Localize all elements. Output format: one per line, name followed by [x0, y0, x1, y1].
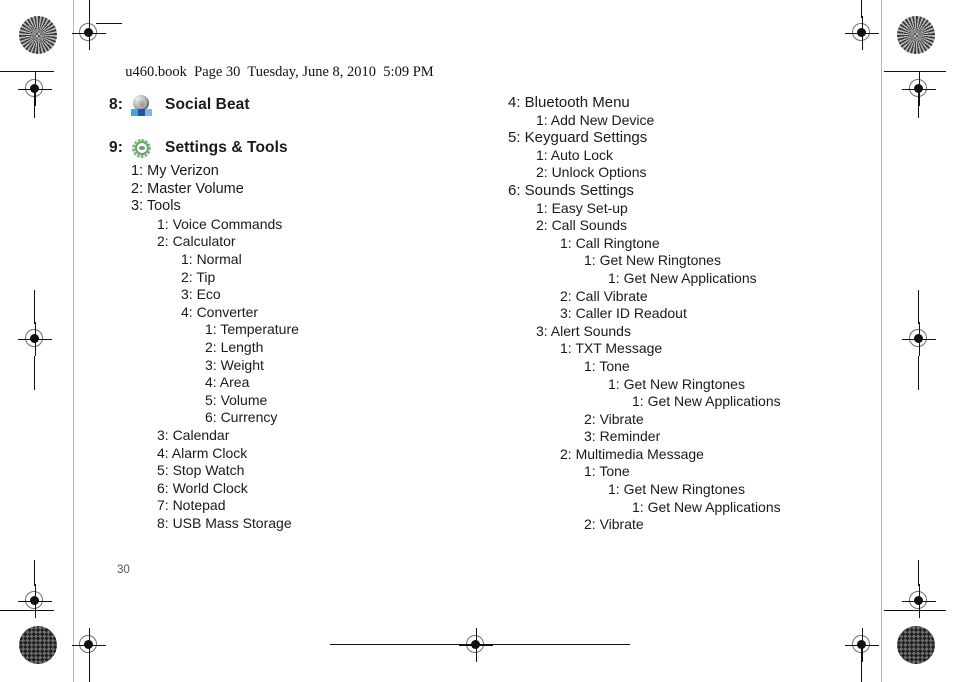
crop-tick-left-lower-h	[0, 610, 54, 611]
section-label: Social Beat	[165, 96, 250, 113]
registration-mark-top-left	[72, 16, 106, 50]
section-settings-and-tools: 9: Settings & Tools	[109, 137, 479, 159]
list-item: 1: Get New Applications	[632, 498, 781, 515]
list-item: 1: Get New Ringtones	[608, 481, 745, 498]
section-number: 8:	[109, 96, 123, 113]
left-trim-rule	[73, 0, 74, 682]
list-item: 2: Calculator	[157, 233, 236, 250]
list-item: 3: Eco	[181, 286, 221, 303]
list-item: 1: Get New Applications	[632, 393, 781, 410]
list-item: 5: Volume	[205, 391, 268, 408]
list-item: 3: Calendar	[157, 426, 230, 443]
section-social-beat: 8: Social Beat	[109, 94, 479, 116]
registration-mark-left-middle	[18, 322, 52, 356]
registration-mark-bottom-right	[845, 628, 879, 662]
crop-tick-right-lower-h	[884, 610, 946, 611]
star-target-bottom-right	[897, 626, 935, 664]
list-item: 6: World Clock	[157, 479, 248, 496]
list-item: 3: Alert Sounds	[536, 322, 631, 339]
section-number: 9:	[109, 139, 123, 156]
list-item: 2: Vibrate	[584, 516, 644, 533]
list-item: 5: Keyguard Settings	[508, 129, 648, 147]
list-item: 3: Reminder	[584, 428, 661, 445]
list-item: 5: Stop Watch	[157, 462, 245, 479]
crop-tick-left-lower-v	[34, 560, 35, 586]
star-target-bottom-left	[19, 626, 57, 664]
registration-mark-left-lower	[18, 584, 52, 618]
list-item: 3: Weight	[205, 356, 264, 373]
crop-tick-left-mid-v-bottom	[34, 356, 35, 390]
list-item: 2: Length	[205, 338, 264, 355]
list-item: 1: Voice Commands	[157, 215, 283, 232]
registration-mark-top-right	[845, 16, 879, 50]
list-item: 2: Tip	[181, 268, 216, 285]
star-target-top-left	[19, 16, 57, 54]
list-item: 1: Easy Set-up	[536, 199, 628, 216]
list-item: 8: USB Mass Storage	[157, 514, 292, 531]
registration-mark-right-lower	[902, 584, 936, 618]
crop-tick-bottom-left-v	[89, 644, 90, 682]
list-item: 1: Add New Device	[536, 111, 655, 128]
header-text: u460.book Page 30 Tuesday, June 8, 2010 …	[125, 64, 434, 80]
list-item: 1: Tone	[584, 463, 630, 480]
list-item: 2: Call Vibrate	[560, 287, 648, 304]
crop-tick-right-mid-v-top	[918, 290, 919, 324]
list-item: 1: Normal	[181, 250, 242, 267]
crop-tick-left-mid-v-top	[34, 290, 35, 324]
list-item: 2: Vibrate	[584, 410, 644, 427]
list-item: 1: Auto Lock	[536, 146, 614, 163]
left-column: 8: Social Beat 9: Settings & Tools 1: My…	[109, 94, 479, 532]
crop-tick-right-lower-v	[918, 560, 919, 586]
crop-tick-right-upper-v	[918, 88, 919, 118]
list-item: 1: Tone	[584, 357, 630, 374]
list-item: 1: My Verizon	[131, 163, 219, 179]
list-item: 1: Call Ringtone	[560, 234, 660, 251]
crop-tick-top-left-v	[89, 0, 90, 18]
registration-mark-left-upper	[18, 72, 52, 106]
list-item: 4: Bluetooth Menu	[508, 94, 630, 111]
crop-tick-right-mid-v-bottom	[918, 356, 919, 390]
social-beat-icon	[131, 94, 152, 116]
section-label: Settings & Tools	[165, 139, 288, 156]
list-item: 2: Unlock Options	[536, 164, 647, 181]
list-item: 6: Currency	[205, 409, 278, 426]
list-item: 2: Call Sounds	[536, 217, 628, 234]
registration-mark-bottom-center	[459, 628, 493, 662]
list-item: 1: TXT Message	[560, 340, 663, 357]
list-item: 1: Get New Applications	[608, 269, 757, 286]
crop-tick-bottom-center-h	[330, 644, 630, 645]
list-item: 3: Tools	[131, 198, 181, 215]
list-item: 4: Area	[205, 374, 250, 391]
list-item: 4: Alarm Clock	[157, 444, 248, 461]
list-item: 1: Temperature	[205, 321, 299, 338]
list-item: 6: Sounds Settings	[508, 181, 634, 199]
list-item: 7: Notepad	[157, 497, 226, 514]
crop-tick-top-right-v	[861, 0, 862, 18]
list-item: 4: Converter	[181, 303, 259, 320]
list-item: 1: Get New Ringtones	[584, 252, 721, 269]
list-item: 2: Master Volume	[131, 180, 244, 197]
page-number: 30	[117, 564, 130, 576]
list-item: 2: Multimedia Message	[560, 445, 704, 462]
star-target-top-right	[897, 16, 935, 54]
crop-tick-bottom-right-v	[861, 644, 862, 682]
right-column: 4: Bluetooth Menu 1: Add New Device 5: K…	[508, 94, 908, 534]
header-rule	[96, 23, 122, 24]
document-header: u460.book Page 30 Tuesday, June 8, 2010 …	[96, 23, 434, 81]
list-item: 3: Caller ID Readout	[560, 305, 687, 322]
crop-tick-left-upper-v	[34, 88, 35, 118]
list-item: 1: Get New Ringtones	[608, 375, 745, 392]
settings-gear-icon	[131, 138, 152, 159]
